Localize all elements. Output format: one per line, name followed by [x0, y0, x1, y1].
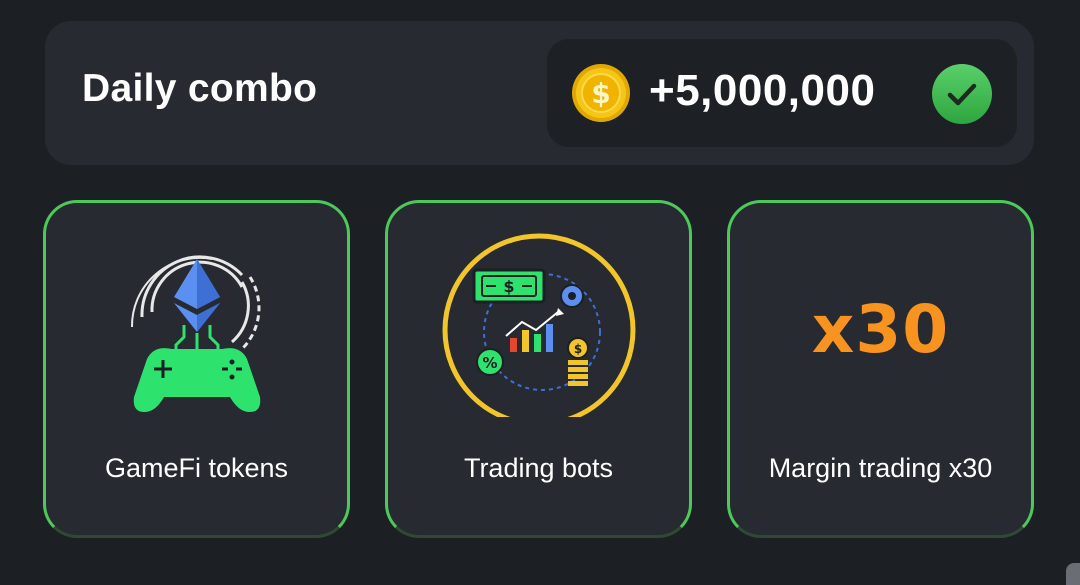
svg-text:$: $ — [573, 342, 581, 356]
combo-card-trading-bots[interactable]: $ % $ Trading bots — [385, 200, 692, 538]
card-label-margin-trading: Margin trading x30 — [768, 453, 993, 483]
card-label-trading-bots: Trading bots — [463, 453, 614, 483]
dollar-coin-icon: $ — [572, 64, 630, 122]
combo-card-margin-trading[interactable]: x30 Margin trading x30 — [727, 200, 1034, 538]
ethereum-gamepad-icon — [130, 255, 260, 413]
svg-text:$: $ — [503, 277, 514, 296]
x30-icon-text: x30 — [811, 291, 950, 368]
reward-amount: +5,000,000 — [649, 66, 876, 115]
daily-combo-title: Daily combo — [82, 67, 318, 110]
daily-combo-page: Daily combo $ +5,000,000 GameFi tokens $… — [0, 0, 1080, 585]
scroll-handle[interactable] — [1066, 563, 1080, 585]
card-label-gamefi: GameFi tokens — [104, 453, 289, 483]
svg-text:$: $ — [591, 77, 610, 110]
daily-combo-header: Daily combo $ +5,000,000 — [45, 21, 1034, 165]
trading-bot-chart-icon: $ % $ — [442, 233, 635, 417]
reward-box: $ +5,000,000 — [547, 39, 1017, 147]
combo-card-gamefi[interactable]: GameFi tokens — [43, 200, 350, 538]
svg-text:%: % — [482, 354, 497, 372]
check-circle-icon — [932, 64, 992, 124]
